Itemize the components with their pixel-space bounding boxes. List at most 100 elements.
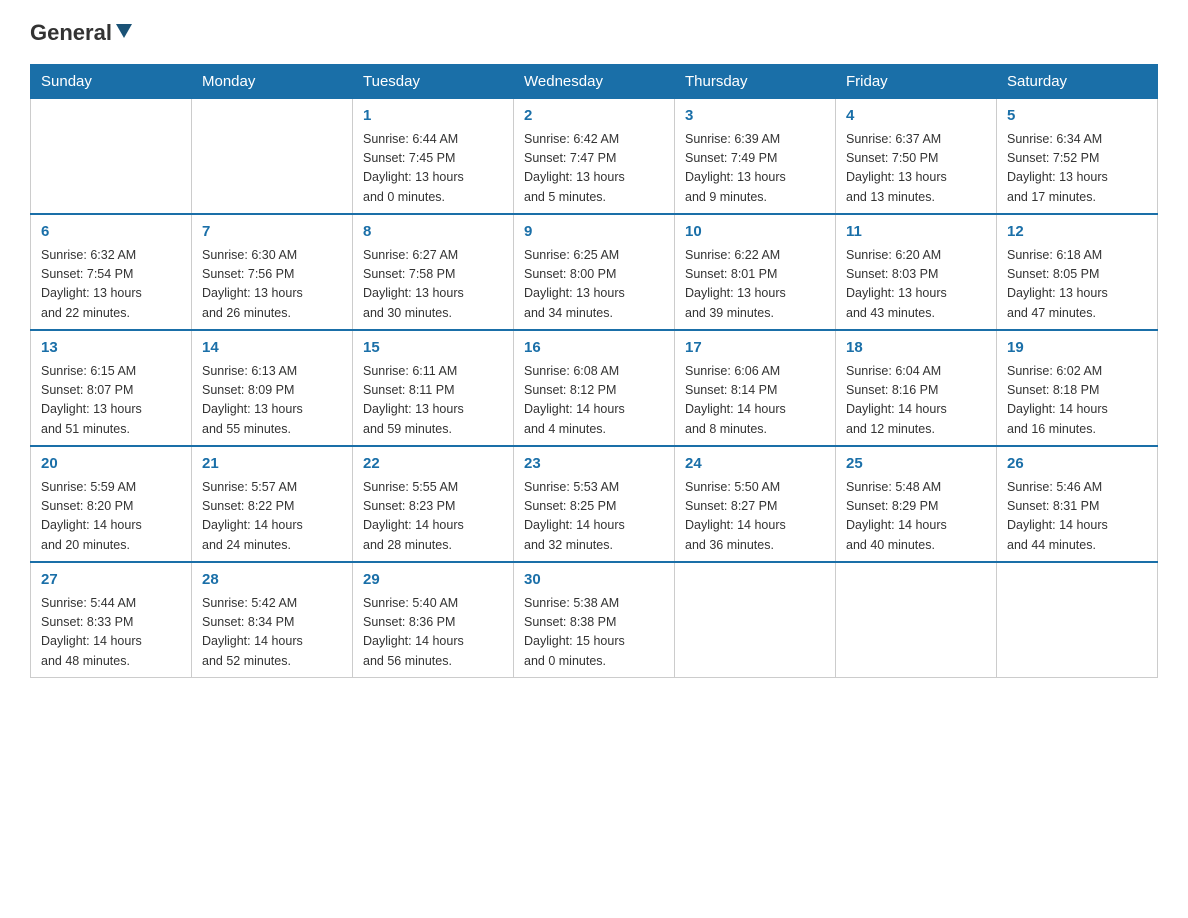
day-cell: 13Sunrise: 6:15 AM Sunset: 8:07 PM Dayli… [31,330,192,446]
day-cell: 18Sunrise: 6:04 AM Sunset: 8:16 PM Dayli… [836,330,997,446]
day-cell: 10Sunrise: 6:22 AM Sunset: 8:01 PM Dayli… [675,214,836,330]
day-info: Sunrise: 6:39 AM Sunset: 7:49 PM Dayligh… [685,130,825,208]
column-header-sunday: Sunday [31,65,192,99]
day-info: Sunrise: 6:32 AM Sunset: 7:54 PM Dayligh… [41,246,181,324]
calendar-table: SundayMondayTuesdayWednesdayThursdayFrid… [30,64,1158,678]
day-cell: 27Sunrise: 5:44 AM Sunset: 8:33 PM Dayli… [31,562,192,678]
day-number: 17 [685,337,825,360]
day-number: 10 [685,221,825,244]
day-cell: 25Sunrise: 5:48 AM Sunset: 8:29 PM Dayli… [836,446,997,562]
day-info: Sunrise: 6:11 AM Sunset: 8:11 PM Dayligh… [363,362,503,440]
day-number: 4 [846,105,986,128]
day-info: Sunrise: 6:44 AM Sunset: 7:45 PM Dayligh… [363,130,503,208]
day-info: Sunrise: 5:57 AM Sunset: 8:22 PM Dayligh… [202,478,342,556]
day-cell [31,99,192,215]
column-header-thursday: Thursday [675,65,836,99]
day-cell: 24Sunrise: 5:50 AM Sunset: 8:27 PM Dayli… [675,446,836,562]
day-cell: 8Sunrise: 6:27 AM Sunset: 7:58 PM Daylig… [353,214,514,330]
day-number: 19 [1007,337,1147,360]
column-header-friday: Friday [836,65,997,99]
day-info: Sunrise: 5:44 AM Sunset: 8:33 PM Dayligh… [41,594,181,672]
week-row-5: 27Sunrise: 5:44 AM Sunset: 8:33 PM Dayli… [31,562,1158,678]
day-number: 9 [524,221,664,244]
day-cell: 5Sunrise: 6:34 AM Sunset: 7:52 PM Daylig… [997,99,1158,215]
day-cell: 2Sunrise: 6:42 AM Sunset: 7:47 PM Daylig… [514,99,675,215]
day-number: 27 [41,569,181,592]
day-cell [836,562,997,678]
day-cell: 19Sunrise: 6:02 AM Sunset: 8:18 PM Dayli… [997,330,1158,446]
day-info: Sunrise: 5:38 AM Sunset: 8:38 PM Dayligh… [524,594,664,672]
day-info: Sunrise: 6:15 AM Sunset: 8:07 PM Dayligh… [41,362,181,440]
day-info: Sunrise: 6:34 AM Sunset: 7:52 PM Dayligh… [1007,130,1147,208]
day-info: Sunrise: 6:37 AM Sunset: 7:50 PM Dayligh… [846,130,986,208]
day-info: Sunrise: 6:20 AM Sunset: 8:03 PM Dayligh… [846,246,986,324]
day-cell: 21Sunrise: 5:57 AM Sunset: 8:22 PM Dayli… [192,446,353,562]
day-info: Sunrise: 5:48 AM Sunset: 8:29 PM Dayligh… [846,478,986,556]
day-info: Sunrise: 5:46 AM Sunset: 8:31 PM Dayligh… [1007,478,1147,556]
day-cell: 29Sunrise: 5:40 AM Sunset: 8:36 PM Dayli… [353,562,514,678]
page-header: General [30,20,1158,46]
week-row-4: 20Sunrise: 5:59 AM Sunset: 8:20 PM Dayli… [31,446,1158,562]
week-row-1: 1Sunrise: 6:44 AM Sunset: 7:45 PM Daylig… [31,99,1158,215]
day-cell: 15Sunrise: 6:11 AM Sunset: 8:11 PM Dayli… [353,330,514,446]
day-cell: 30Sunrise: 5:38 AM Sunset: 8:38 PM Dayli… [514,562,675,678]
day-info: Sunrise: 6:06 AM Sunset: 8:14 PM Dayligh… [685,362,825,440]
column-header-tuesday: Tuesday [353,65,514,99]
day-number: 12 [1007,221,1147,244]
day-cell: 20Sunrise: 5:59 AM Sunset: 8:20 PM Dayli… [31,446,192,562]
column-header-saturday: Saturday [997,65,1158,99]
day-info: Sunrise: 5:55 AM Sunset: 8:23 PM Dayligh… [363,478,503,556]
day-info: Sunrise: 6:30 AM Sunset: 7:56 PM Dayligh… [202,246,342,324]
day-number: 2 [524,105,664,128]
day-cell: 28Sunrise: 5:42 AM Sunset: 8:34 PM Dayli… [192,562,353,678]
day-number: 1 [363,105,503,128]
day-cell: 3Sunrise: 6:39 AM Sunset: 7:49 PM Daylig… [675,99,836,215]
day-number: 13 [41,337,181,360]
day-cell: 22Sunrise: 5:55 AM Sunset: 8:23 PM Dayli… [353,446,514,562]
day-cell: 7Sunrise: 6:30 AM Sunset: 7:56 PM Daylig… [192,214,353,330]
day-number: 7 [202,221,342,244]
day-number: 8 [363,221,503,244]
day-cell: 9Sunrise: 6:25 AM Sunset: 8:00 PM Daylig… [514,214,675,330]
day-info: Sunrise: 6:22 AM Sunset: 8:01 PM Dayligh… [685,246,825,324]
day-info: Sunrise: 5:40 AM Sunset: 8:36 PM Dayligh… [363,594,503,672]
day-info: Sunrise: 6:27 AM Sunset: 7:58 PM Dayligh… [363,246,503,324]
day-number: 11 [846,221,986,244]
calendar-header-row: SundayMondayTuesdayWednesdayThursdayFrid… [31,65,1158,99]
day-number: 5 [1007,105,1147,128]
day-info: Sunrise: 6:42 AM Sunset: 7:47 PM Dayligh… [524,130,664,208]
day-number: 22 [363,453,503,476]
day-number: 16 [524,337,664,360]
day-number: 29 [363,569,503,592]
logo-triangle-icon [114,20,134,40]
day-cell [192,99,353,215]
day-number: 25 [846,453,986,476]
day-info: Sunrise: 5:50 AM Sunset: 8:27 PM Dayligh… [685,478,825,556]
logo-general: General [30,20,112,46]
logo: General [30,20,136,46]
day-cell: 12Sunrise: 6:18 AM Sunset: 8:05 PM Dayli… [997,214,1158,330]
day-cell: 17Sunrise: 6:06 AM Sunset: 8:14 PM Dayli… [675,330,836,446]
day-number: 26 [1007,453,1147,476]
day-number: 3 [685,105,825,128]
column-header-wednesday: Wednesday [514,65,675,99]
day-cell [997,562,1158,678]
day-number: 28 [202,569,342,592]
day-number: 24 [685,453,825,476]
day-cell: 1Sunrise: 6:44 AM Sunset: 7:45 PM Daylig… [353,99,514,215]
week-row-3: 13Sunrise: 6:15 AM Sunset: 8:07 PM Dayli… [31,330,1158,446]
day-info: Sunrise: 6:18 AM Sunset: 8:05 PM Dayligh… [1007,246,1147,324]
day-cell: 14Sunrise: 6:13 AM Sunset: 8:09 PM Dayli… [192,330,353,446]
day-cell [675,562,836,678]
day-info: Sunrise: 6:08 AM Sunset: 8:12 PM Dayligh… [524,362,664,440]
day-cell: 6Sunrise: 6:32 AM Sunset: 7:54 PM Daylig… [31,214,192,330]
week-row-2: 6Sunrise: 6:32 AM Sunset: 7:54 PM Daylig… [31,214,1158,330]
column-header-monday: Monday [192,65,353,99]
day-info: Sunrise: 6:02 AM Sunset: 8:18 PM Dayligh… [1007,362,1147,440]
day-number: 15 [363,337,503,360]
day-info: Sunrise: 6:13 AM Sunset: 8:09 PM Dayligh… [202,362,342,440]
day-info: Sunrise: 5:59 AM Sunset: 8:20 PM Dayligh… [41,478,181,556]
day-number: 21 [202,453,342,476]
day-number: 30 [524,569,664,592]
day-cell: 16Sunrise: 6:08 AM Sunset: 8:12 PM Dayli… [514,330,675,446]
